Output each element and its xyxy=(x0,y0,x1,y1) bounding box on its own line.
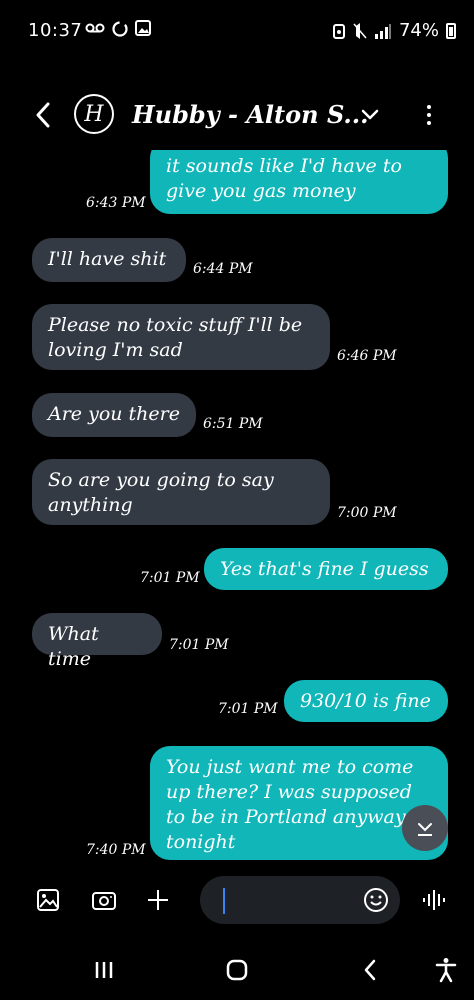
message-line: up there? I was supposed xyxy=(166,781,412,803)
message-time: 6:44 PM xyxy=(193,261,253,277)
message-time: 7:01 PM xyxy=(140,570,200,586)
message-time: 7:40 PM xyxy=(86,842,146,858)
message-bubble-incoming[interactable]: What time xyxy=(32,613,162,670)
message-time: 7:01 PM xyxy=(169,637,229,653)
chevron-left-icon xyxy=(36,102,50,128)
camera-button[interactable] xyxy=(90,886,118,914)
battery-icon xyxy=(446,22,456,39)
message-line: Yes that's fine I guess xyxy=(220,558,429,580)
message-line: to be in Portland anyway xyxy=(166,806,406,828)
message-time: 7:01 PM xyxy=(218,701,278,717)
message-line: You just want me to come xyxy=(166,756,414,778)
message-composer xyxy=(0,872,474,932)
home-icon xyxy=(226,959,248,981)
voicemail-icon xyxy=(85,23,105,33)
message-line: give you gas money xyxy=(166,180,356,202)
message-list[interactable]: it sounds like I'd have to give you gas … xyxy=(0,150,474,860)
avatar-letter: H xyxy=(84,101,104,127)
message-line: What time xyxy=(48,623,99,670)
message-time: 6:46 PM xyxy=(337,348,397,364)
home-button[interactable] xyxy=(217,954,257,986)
conversation-header: H Hubby - Alton S... xyxy=(0,90,474,142)
message-bubble-outgoing[interactable]: You just want me to come up there? I was… xyxy=(150,746,448,860)
message-bubble-outgoing[interactable]: Yes that's fine I guess xyxy=(204,548,448,590)
contact-name[interactable]: Hubby - Alton S... xyxy=(132,100,368,129)
contact-dropdown-button[interactable] xyxy=(358,102,382,126)
voice-icon xyxy=(423,890,445,910)
status-right: 74% xyxy=(332,20,456,41)
messaging-screen: 10:37 74% H Hubby - Alton S... it sounds… xyxy=(0,0,474,1000)
recent-apps-icon xyxy=(95,962,113,978)
more-dot-icon xyxy=(427,105,431,109)
emoji-button[interactable] xyxy=(362,886,390,914)
system-back-button[interactable] xyxy=(350,954,390,986)
message-line: tonight xyxy=(166,831,236,853)
status-bar: 10:37 74% xyxy=(0,0,474,60)
camera-icon xyxy=(92,892,116,910)
more-dot-icon xyxy=(427,113,431,117)
text-cursor xyxy=(223,888,225,914)
message-bubble-incoming[interactable]: I'll have shit xyxy=(32,238,186,282)
message-bubble-incoming[interactable]: Please no toxic stuff I'll be loving I'm… xyxy=(32,304,330,370)
alarm-icon xyxy=(332,23,345,39)
message-line: 930/10 is fine xyxy=(300,690,431,712)
chevron-down-icon xyxy=(361,109,379,120)
message-line: I'll have shit xyxy=(48,248,167,270)
gallery-icon xyxy=(135,20,151,36)
scroll-to-bottom-button[interactable] xyxy=(402,805,448,851)
message-line: anything xyxy=(48,494,133,516)
add-icon xyxy=(148,890,168,910)
message-bubble-incoming[interactable]: Are you there xyxy=(32,393,196,437)
mute-icon xyxy=(353,22,367,39)
recent-apps-button[interactable] xyxy=(84,954,124,986)
battery-percent: 74% xyxy=(398,20,439,41)
sync-icon xyxy=(112,21,128,37)
message-time: 7:00 PM xyxy=(337,505,397,521)
back-icon xyxy=(364,959,376,981)
message-bubble-outgoing[interactable]: 930/10 is fine xyxy=(284,680,448,722)
message-bubble-outgoing[interactable]: it sounds like I'd have to give you gas … xyxy=(150,150,448,214)
gallery-button[interactable] xyxy=(34,886,62,914)
arrow-down-icon xyxy=(418,823,432,836)
accessibility-button[interactable] xyxy=(426,954,466,986)
message-line: Please no toxic stuff I'll be xyxy=(48,314,303,336)
signal-icon xyxy=(374,23,391,39)
voice-record-button[interactable] xyxy=(420,886,448,914)
message-time: 6:43 PM xyxy=(86,195,146,211)
message-line: loving I'm sad xyxy=(48,339,183,361)
message-time: 6:51 PM xyxy=(203,416,263,432)
message-line: Are you there xyxy=(48,403,180,425)
more-dot-icon xyxy=(427,121,431,125)
more-options-button[interactable] xyxy=(414,98,444,132)
message-line: it sounds like I'd have to xyxy=(166,155,402,177)
contact-avatar[interactable]: H xyxy=(74,94,114,134)
add-attachment-button[interactable] xyxy=(144,886,172,914)
status-left-icons xyxy=(85,20,151,38)
status-time: 10:37 xyxy=(28,20,83,41)
emoji-icon xyxy=(364,888,388,912)
message-bubble-incoming[interactable]: So are you going to say anything xyxy=(32,459,330,525)
gallery-icon xyxy=(37,889,59,911)
accessibility-icon xyxy=(435,958,457,983)
message-line: So are you going to say xyxy=(48,469,274,491)
back-button[interactable] xyxy=(26,98,60,132)
system-nav-bar xyxy=(0,940,474,1000)
